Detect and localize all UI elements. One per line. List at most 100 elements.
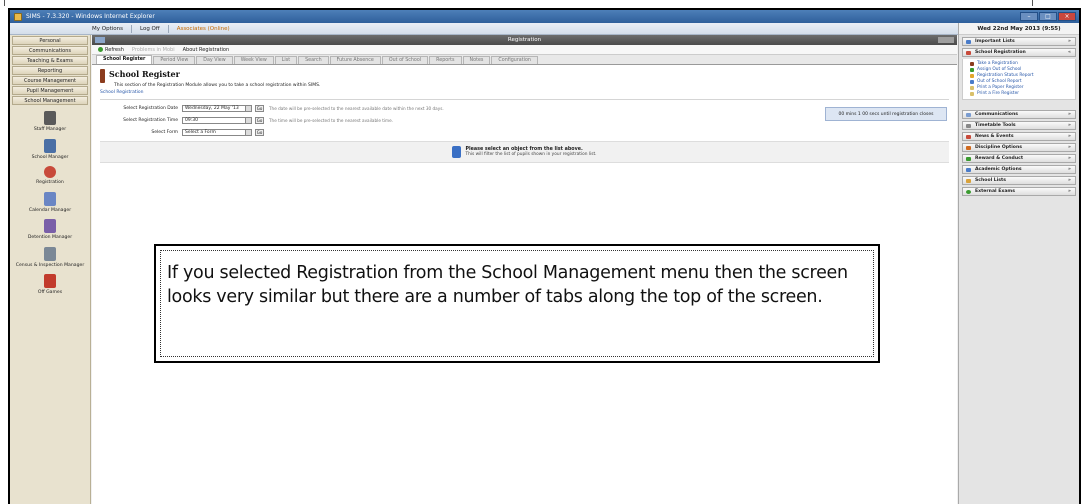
time-select[interactable]: 09:30 <box>182 116 252 124</box>
chevron-icon: » <box>1068 39 1071 44</box>
date-select[interactable]: Wednesday, 22 May '13 <box>182 104 252 112</box>
chevron-down-icon <box>245 117 251 123</box>
info-icon <box>452 146 462 158</box>
tool-staff-manager[interactable]: Staff Manager <box>10 111 90 133</box>
census-icon <box>44 246 56 261</box>
panel-header: Registration <box>92 35 957 45</box>
tab-list[interactable]: List <box>274 56 298 64</box>
section-communications[interactable]: Communications » <box>962 110 1076 119</box>
user-status[interactable]: Associates (Online) <box>177 26 230 32</box>
register-icon <box>970 62 974 66</box>
section-school-lists[interactable]: School Lists » <box>962 176 1076 185</box>
tab-week-view[interactable]: Week View <box>233 56 274 64</box>
tab-future-absence[interactable]: Future Absence <box>329 56 381 64</box>
section-label: Important Lists <box>975 39 1015 44</box>
nav-menu-reporting[interactable]: Reporting <box>12 66 88 75</box>
date-label: Select Registration Date <box>123 105 178 111</box>
report-icon <box>970 74 974 78</box>
registration-icon <box>966 51 971 55</box>
link-label: Assign Out of School <box>977 67 1022 72</box>
close-icon[interactable]: × <box>1058 12 1076 21</box>
time-label: Select Registration Time <box>123 117 178 123</box>
section-label: Timetable Tools <box>975 123 1016 128</box>
nav-menu-pupil-management[interactable]: Pupil Management <box>12 86 88 95</box>
section-school-registration[interactable]: School Registration « <box>962 48 1076 57</box>
form-go-button[interactable]: Go <box>255 128 264 136</box>
nav-menu-communications[interactable]: Communications <box>12 46 88 55</box>
panel-menu-icon[interactable] <box>95 37 105 43</box>
nav-menu-course-management[interactable]: Course Management <box>12 76 88 85</box>
tool-off-games[interactable]: Off Games <box>10 274 90 296</box>
section-news-events[interactable]: News & Events » <box>962 132 1076 141</box>
section-academic-options[interactable]: Academic Options » <box>962 165 1076 174</box>
my-options-link[interactable]: My Options <box>92 26 123 32</box>
refresh-button[interactable]: Refresh <box>98 46 124 53</box>
form-row: Select Form Select a Form Go <box>100 127 949 137</box>
list-icon <box>966 40 971 44</box>
print-icon <box>970 92 974 96</box>
about-button[interactable]: About Registration <box>183 47 230 53</box>
tool-detention-manager[interactable]: Detention Manager <box>10 219 90 241</box>
tool-label: Off Games <box>37 290 63 295</box>
log-off-link[interactable]: Log Off <box>140 26 160 32</box>
section-label: Communications <box>975 112 1018 117</box>
section-timetable-tools[interactable]: Timetable Tools » <box>962 121 1076 130</box>
section-label: Academic Options <box>975 167 1022 172</box>
tab-notes[interactable]: Notes <box>462 56 491 64</box>
section-reward-conduct[interactable]: Reward & Conduct » <box>962 154 1076 163</box>
problem-button[interactable]: Problems in Mobi <box>132 47 175 53</box>
section-discipline-options[interactable]: Discipline Options » <box>962 143 1076 152</box>
section-important-lists[interactable]: Important Lists » <box>962 37 1076 46</box>
chevron-icon: » <box>1068 167 1071 172</box>
tab-reports[interactable]: Reports <box>429 56 462 64</box>
page-title: School Register <box>109 69 180 79</box>
register-icon <box>100 69 105 83</box>
minimize-icon[interactable]: – <box>1020 12 1038 21</box>
action-bar: Refresh Problems in Mobi About Registrat… <box>92 45 957 55</box>
left-navigation: Personal Communications Teaching & Exams… <box>10 35 91 504</box>
form-value: Select a Form <box>185 129 216 135</box>
tool-registration[interactable]: Registration <box>10 166 90 186</box>
panel-window-controls[interactable] <box>938 37 954 43</box>
tab-period-view[interactable]: Period View <box>153 56 196 64</box>
link-label: Print a Paper Register <box>977 85 1024 90</box>
tab-day-view[interactable]: Day View <box>196 56 233 64</box>
school-icon <box>44 138 56 153</box>
tool-school-manager[interactable]: School Manager <box>10 138 90 161</box>
form-select[interactable]: Select a Form <box>182 128 252 136</box>
date-go-button[interactable]: Go <box>255 104 264 112</box>
tab-out-of-school[interactable]: Out of School <box>381 56 429 64</box>
tool-census-manager[interactable]: Census & Inspection Manager <box>10 246 90 269</box>
chevron-down-icon <box>245 105 251 111</box>
nav-menu-school-management[interactable]: School Management <box>12 96 88 105</box>
annotation-callout: If you selected Registration from the Sc… <box>154 244 880 363</box>
section-label: Reward & Conduct <box>975 156 1024 161</box>
app-toolbar: My Options Log Off Associates (Online) <box>10 23 1079 35</box>
chevron-down-icon <box>245 129 251 135</box>
tool-label: Staff Manager <box>33 127 67 132</box>
breadcrumb[interactable]: School Registration <box>100 90 949 95</box>
tool-calendar-manager[interactable]: Calendar Manager <box>10 191 90 214</box>
time-go-button[interactable]: Go <box>255 116 264 124</box>
current-date: Wed 22nd May 2013 (9:55) <box>959 23 1079 35</box>
window-controls: – □ × <box>1020 12 1076 21</box>
nav-menu-teaching[interactable]: Teaching & Exams <box>12 56 88 65</box>
separator <box>130 24 132 33</box>
link-print-fire-register[interactable]: Print a Fire Register <box>963 91 1075 97</box>
maximize-icon[interactable]: □ <box>1039 12 1057 21</box>
section-external-exams[interactable]: External Exams » <box>962 187 1076 196</box>
section-label: School Registration <box>975 50 1026 55</box>
nav-menu-personal[interactable]: Personal <box>12 36 88 45</box>
page-description: This section of the Registration Module … <box>114 83 321 88</box>
tab-search[interactable]: Search <box>298 56 329 64</box>
info-message: Please select an object from the list ab… <box>100 141 949 163</box>
tab-school-register[interactable]: School Register <box>96 55 153 64</box>
section-label: External Exams <box>975 189 1015 194</box>
chevron-icon: » <box>1068 112 1071 117</box>
registration-form: Select Registration Date Wednesday, 22 M… <box>100 99 949 137</box>
tool-label: Census & Inspection Manager <box>15 262 85 268</box>
report-icon <box>970 80 974 84</box>
tool-label: Detention Manager <box>27 235 73 240</box>
tab-configuration[interactable]: Configuration <box>491 56 538 64</box>
time-hint: The time will be pre-selected to the nea… <box>269 117 394 123</box>
